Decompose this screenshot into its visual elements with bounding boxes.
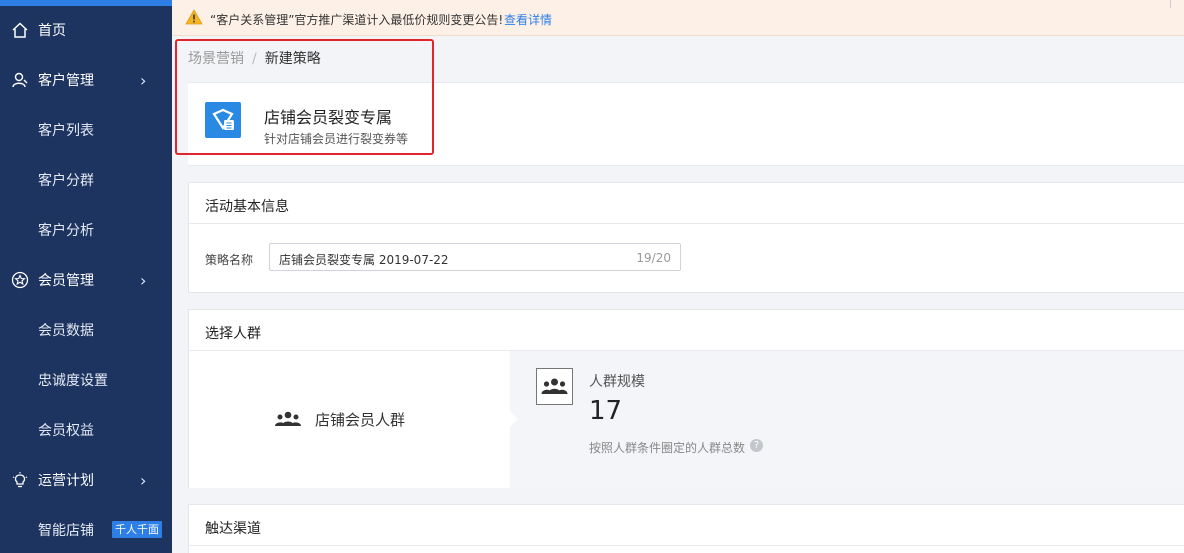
- people-group-icon: [273, 409, 303, 429]
- strategy-name-input[interactable]: 店铺会员裂变专属 2019-07-22 19/20: [269, 243, 681, 271]
- select-crowd-card: 选择人群 店铺会员人群 人群规模 17 按照人群条件圈定的人群总数 ?: [188, 309, 1184, 488]
- warning-icon: [185, 9, 203, 25]
- lightbulb-icon: [11, 471, 29, 489]
- sidebar-item-label: 会员权益: [38, 423, 94, 439]
- sidebar-item-customer-management[interactable]: 客户管理 ›: [0, 55, 172, 105]
- sidebar-item-label: 客户管理: [38, 73, 94, 89]
- star-icon: [11, 271, 29, 289]
- notice-divider: [1170, 0, 1171, 8]
- sidebar-item-label: 运营计划: [38, 473, 94, 489]
- notice-detail-link[interactable]: 查看详情: [504, 11, 552, 28]
- sidebar: 首页 客户管理 › 客户列表 客户分群 客户分析 会员管理 › 会员数据 忠诚度…: [0, 0, 172, 553]
- notice-text: “客户关系管理”官方推广渠道计入最低价规则变更公告!: [210, 13, 504, 27]
- card-header: 触达渠道: [189, 505, 1184, 546]
- card-title: 选择人群: [205, 326, 261, 342]
- sidebar-item-smart-store[interactable]: 智能店铺 千人千面: [0, 505, 172, 553]
- crowd-name: 店铺会员人群: [315, 411, 406, 429]
- sidebar-item-customer-analysis[interactable]: 客户分析: [0, 205, 172, 255]
- highlight-annotation-box: [175, 39, 434, 155]
- card-header: 活动基本信息: [189, 183, 1184, 224]
- feature-badge: 千人千面: [112, 521, 162, 538]
- crowd-scale-icon: [536, 368, 573, 405]
- selection-notch: [510, 411, 518, 427]
- sidebar-item-label: 客户分析: [38, 223, 94, 239]
- sidebar-item-label: 智能店铺: [38, 523, 94, 539]
- sidebar-item-member-data[interactable]: 会员数据: [0, 305, 172, 355]
- chevron-right-icon: ›: [140, 70, 147, 90]
- reach-channel-card: 触达渠道: [188, 504, 1184, 553]
- sidebar-item-label: 会员数据: [38, 323, 94, 339]
- notice-bar: “客户关系管理”官方推广渠道计入最低价规则变更公告! 查看详情: [172, 0, 1184, 36]
- crowd-scale-title: 人群规模: [589, 374, 645, 390]
- strategy-name-label: 策略名称: [205, 253, 254, 267]
- sidebar-item-operation-plan[interactable]: 运营计划 ›: [0, 455, 172, 505]
- character-counter: 19/20: [636, 251, 671, 265]
- sidebar-item-member-benefits[interactable]: 会员权益: [0, 405, 172, 455]
- chevron-right-icon: ›: [140, 470, 147, 490]
- sidebar-item-label: 客户分群: [38, 173, 94, 189]
- sidebar-item-label: 客户列表: [38, 123, 94, 139]
- chevron-right-icon: ›: [140, 270, 147, 290]
- crowd-scale-description: 按照人群条件圈定的人群总数: [589, 441, 746, 455]
- card-title: 触达渠道: [205, 521, 261, 537]
- sidebar-item-label: 会员管理: [38, 273, 94, 289]
- sidebar-item-member-management[interactable]: 会员管理 ›: [0, 255, 172, 305]
- sidebar-item-home[interactable]: 首页: [0, 5, 172, 55]
- strategy-name-value: 店铺会员裂变专属 2019-07-22: [279, 253, 449, 267]
- card-header: 选择人群: [189, 310, 1184, 351]
- sidebar-item-customer-segment[interactable]: 客户分群: [0, 155, 172, 205]
- home-icon: [11, 21, 29, 39]
- sidebar-item-loyalty-settings[interactable]: 忠诚度设置: [0, 355, 172, 405]
- help-icon[interactable]: ?: [750, 439, 763, 452]
- sidebar-item-label: 首页: [38, 23, 66, 39]
- basic-info-card: 活动基本信息 策略名称 店铺会员裂变专属 2019-07-22 19/20: [188, 182, 1184, 293]
- sidebar-item-label: 忠诚度设置: [38, 373, 108, 389]
- sidebar-item-customer-list[interactable]: 客户列表: [0, 105, 172, 155]
- customer-icon: [11, 71, 29, 89]
- card-title: 活动基本信息: [205, 199, 289, 215]
- crowd-scale-value: 17: [589, 396, 623, 426]
